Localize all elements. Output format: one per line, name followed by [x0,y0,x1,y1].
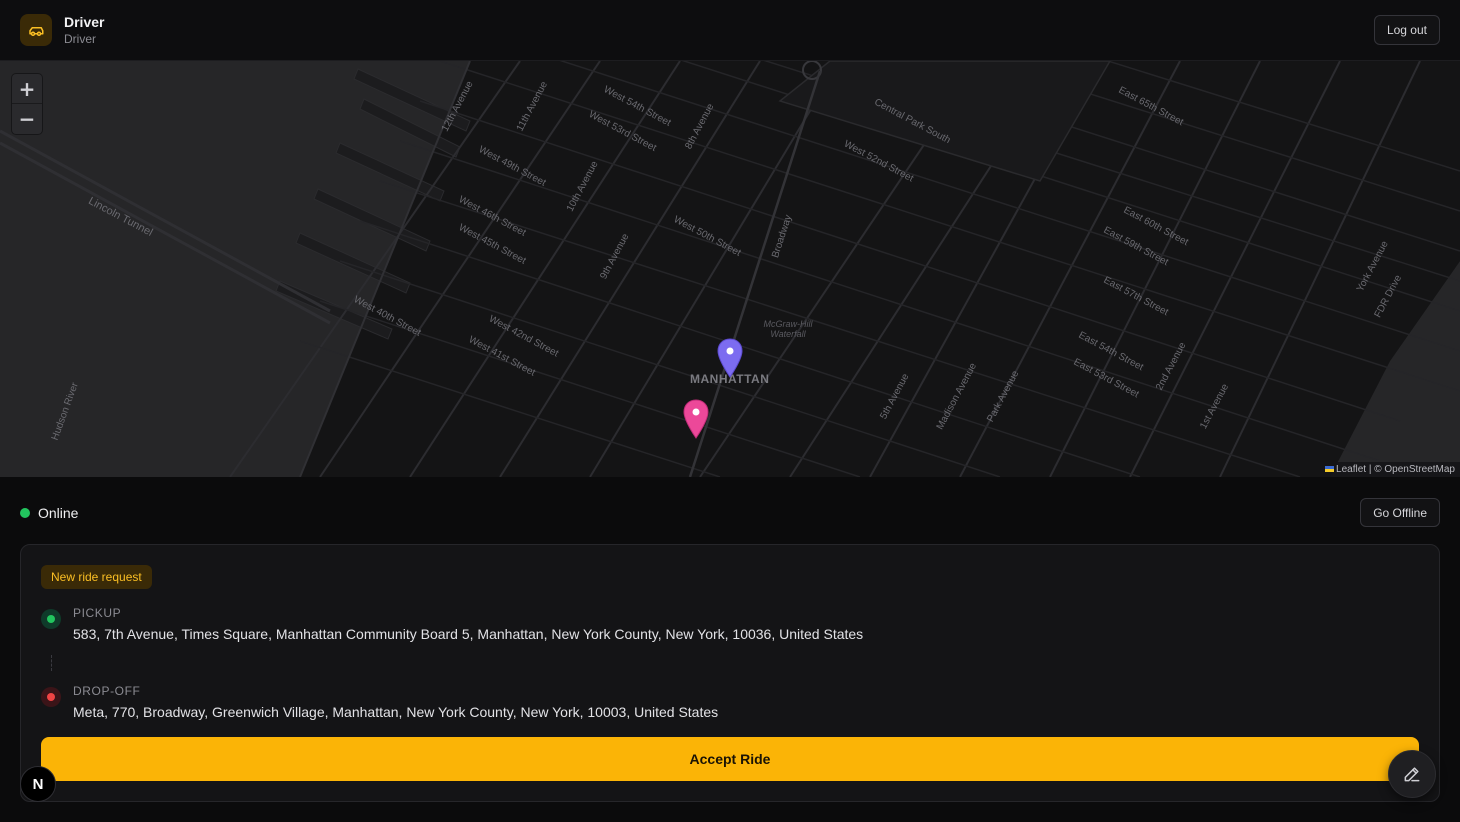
status-row: Online Go Offline [0,478,1460,544]
ukraine-flag-icon [1325,466,1335,473]
street-label: 11th Avenue [514,79,551,134]
street-label: York Avenue [1354,239,1391,294]
street-label: Lincoln Tunnel [86,195,155,239]
pickup-label: PICKUP [73,606,122,620]
street-label: West 50th Street [671,214,743,259]
street-label: Madison Avenue [934,361,980,432]
pickup-dot-icon [41,609,61,629]
dropoff-address: Meta, 770, Broadway, Greenwich Village, … [73,704,719,720]
dropoff-marker[interactable] [683,399,709,444]
map-attribution: Leaflet | © OpenStreetMap [1320,462,1460,477]
attribution-separator: | © [1366,464,1385,475]
street-label: West 49th Street [476,144,548,189]
pencil-icon [1404,767,1420,782]
logout-button[interactable]: Log out [1373,15,1440,45]
go-offline-button[interactable]: Go Offline [1360,498,1440,527]
dropoff-label: DROP-OFF [73,684,141,698]
status-label: Online [38,505,79,521]
pickup-address: 583, 7th Avenue, Times Square, Manhattan… [73,626,864,642]
leaflet-link[interactable]: Leaflet [1336,464,1366,475]
route-connector [51,655,52,671]
street-label: 10th Avenue [564,159,601,214]
street-label: 9th Avenue [598,231,632,282]
street-label: Central Park South [872,96,953,147]
ride-request-card: New ride request PICKUP 583, 7th Avenue,… [20,544,1440,802]
poi-label: McGraw-Hill Waterfall [763,319,813,339]
app-subtitle: Driver [64,32,96,46]
street-label: West 40th Street [351,294,423,339]
nextjs-dev-badge[interactable]: N [20,766,56,802]
accept-ride-button[interactable]: Accept Ride [41,737,1419,781]
map-labels: West 54th Street West 53rd Street West 5… [0,61,1460,477]
street-label: 1st Avenue [1198,382,1232,431]
street-label: East 65th Street [1116,84,1186,129]
street-label: Hudson River [49,381,81,442]
online-status-dot [20,508,30,518]
street-label: 5th Avenue [878,371,912,422]
street-label: 2nd Avenue [1154,340,1189,393]
street-label: Broadway [770,213,795,260]
osm-link[interactable]: OpenStreetMap [1384,464,1455,475]
street-label: Park Avenue [985,368,1022,425]
edit-button[interactable] [1388,750,1436,798]
car-icon [20,14,52,46]
pickup-marker[interactable] [717,338,743,383]
zoom-out-button[interactable]: − [12,104,42,134]
new-ride-badge: New ride request [41,565,152,589]
street-label: 12th Avenue [439,79,476,134]
street-label: West 52nd Street [841,138,916,185]
map-view[interactable]: West 54th Street West 53rd Street West 5… [0,61,1460,477]
app-title: Driver [64,14,105,30]
zoom-in-button[interactable]: + [12,74,42,104]
street-label: East 57th Street [1101,274,1171,319]
street-label: FDR Drive [1372,273,1405,320]
dropoff-dot-icon [41,687,61,707]
zoom-controls: + − [12,74,42,134]
app-header: Driver Driver Log out [0,0,1460,61]
street-label: 8th Avenue [683,101,717,152]
